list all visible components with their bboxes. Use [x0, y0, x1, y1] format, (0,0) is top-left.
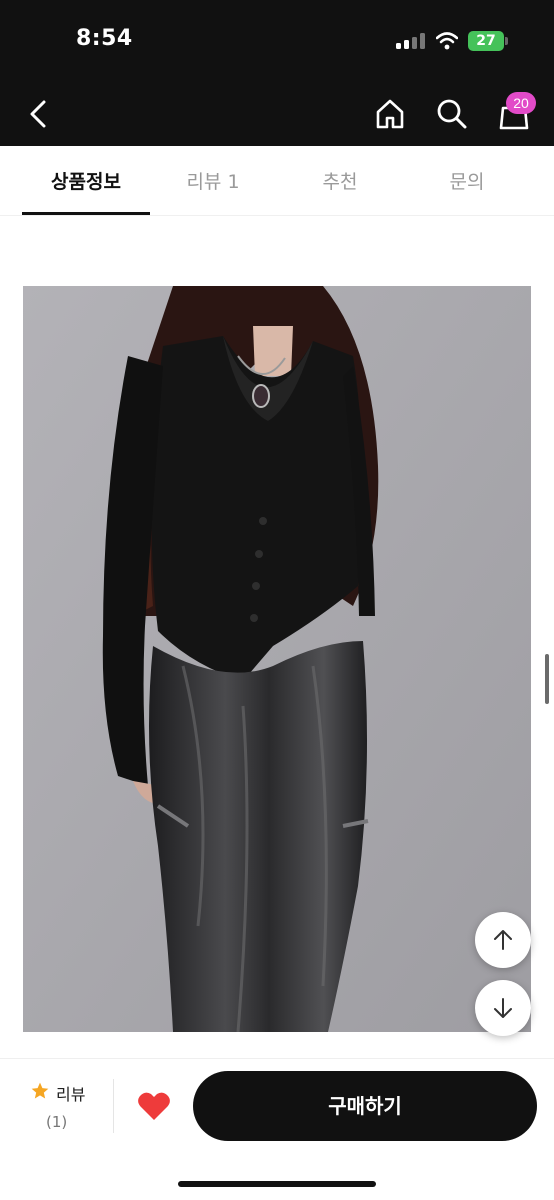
status-time: 8:54	[76, 26, 133, 51]
search-icon[interactable]	[434, 96, 470, 132]
arrow-up-icon	[494, 930, 512, 950]
product-tabs: 상품정보 리뷰 1 추천 문의	[0, 146, 554, 216]
star-icon	[31, 1082, 49, 1099]
battery-icon: 27	[468, 31, 504, 51]
scroll-to-bottom-button[interactable]	[475, 980, 531, 1036]
bottom-action-bar: 리뷰 (1) 구매하기	[0, 1058, 554, 1200]
heart-icon[interactable]	[137, 1091, 171, 1121]
status-bar: 8:54 27	[0, 0, 554, 84]
review-count: (1)	[46, 1113, 68, 1131]
battery-tip	[505, 37, 508, 45]
cellular-signal-icon	[396, 33, 426, 49]
top-nav-bar	[0, 84, 554, 146]
tab-product-info[interactable]: 상품정보	[22, 146, 150, 214]
home-icon[interactable]	[372, 96, 408, 132]
buy-button[interactable]: 구매하기	[193, 1071, 537, 1141]
active-tab-indicator	[22, 212, 150, 215]
tab-recommended[interactable]: 추천	[276, 146, 404, 214]
arrow-down-icon	[494, 998, 512, 1018]
back-chevron-icon[interactable]	[22, 96, 58, 132]
product-photo-illustration	[23, 286, 531, 1032]
cart-count-badge: 20	[506, 92, 536, 114]
tab-reviews[interactable]: 리뷰 1	[149, 146, 277, 214]
product-image	[23, 286, 531, 1032]
divider	[113, 1079, 114, 1133]
scroll-to-top-button[interactable]	[475, 912, 531, 968]
review-summary[interactable]: 리뷰 (1)	[20, 1077, 96, 1137]
review-label: 리뷰	[56, 1085, 86, 1104]
scrollbar-thumb[interactable]	[545, 654, 549, 704]
home-indicator	[178, 1181, 376, 1187]
wifi-icon	[436, 32, 458, 50]
tab-inquiry[interactable]: 문의	[403, 146, 531, 214]
